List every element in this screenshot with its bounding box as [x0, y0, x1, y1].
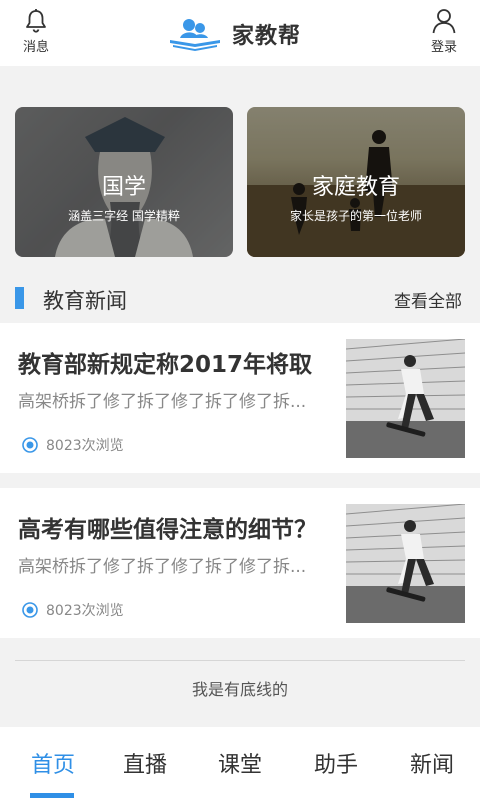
logo-icon [170, 19, 220, 51]
user-icon [432, 9, 456, 34]
news-thumbnail [346, 504, 465, 623]
tab-live[interactable]: 直播 [97, 747, 193, 779]
news-views: 8023次浏览 [22, 600, 124, 620]
card-guoxue[interactable]: 国学 涵盖三字经 国学精粹 [15, 107, 233, 257]
card-title: 家庭教育 [311, 175, 400, 200]
tab-news[interactable]: 新闻 [384, 747, 480, 779]
card-subtitle: 涵盖三字经 国学精粹 [68, 209, 180, 223]
news-view-count: 8023次浏览 [46, 438, 124, 454]
education-news-header: 教育新闻 查看全部 [0, 278, 480, 318]
bottom-tab-bar: 首页 直播 课堂 助手 新闻 [0, 727, 480, 800]
messages-label: 消息 [22, 40, 49, 55]
card-family-education[interactable]: 家庭教育 家长是孩子的第一位老师 [247, 107, 465, 257]
bell-icon [26, 9, 46, 33]
news-description: 高架桥拆了修了拆了修了拆了修了拆... [18, 392, 307, 412]
news-view-count: 8023次浏览 [46, 603, 124, 619]
news-item[interactable]: 高考有哪些值得注意的细节？ 高架桥拆了修了拆了修了拆了修了拆... 8023次浏… [0, 488, 480, 638]
tab-assistant[interactable]: 助手 [288, 747, 384, 779]
card-subtitle: 家长是孩子的第一位老师 [289, 209, 422, 223]
news-views: 8023次浏览 [22, 435, 124, 455]
section-accent-bar [15, 287, 24, 309]
view-all-link[interactable]: 查看全部 [394, 287, 462, 312]
section-title: 教育新闻 [43, 289, 127, 313]
messages-button[interactable]: 消息 [10, 8, 62, 55]
tab-home[interactable]: 首页 [5, 747, 101, 779]
eye-icon [22, 437, 38, 453]
end-of-list-note: 我是有底线的 [191, 680, 288, 699]
eye-icon [22, 602, 38, 618]
top-header: 消息 家教帮 登录 [0, 0, 480, 66]
news-item[interactable]: 教育部新规定称2017年将取 高架桥拆了修了拆了修了拆了修了拆... 8023次… [0, 323, 480, 473]
tab-classroom[interactable]: 课堂 [192, 747, 288, 779]
login-label: 登录 [430, 40, 457, 55]
card-title: 国学 [101, 175, 146, 200]
app-title: 家教帮 [232, 24, 302, 49]
news-title: 教育部新规定称2017年将取 [18, 352, 313, 378]
news-thumbnail [346, 339, 465, 458]
app-brand: 家教帮 [168, 14, 301, 54]
news-title: 高考有哪些值得注意的细节？ [18, 517, 317, 543]
skateboarder-photo [346, 504, 465, 623]
login-button[interactable]: 登录 [418, 8, 470, 55]
active-tab-indicator [30, 793, 74, 798]
end-divider [15, 660, 465, 661]
skateboarder-photo [346, 339, 465, 458]
news-description: 高架桥拆了修了拆了修了拆了修了拆... [18, 557, 307, 577]
category-cards: 国学 涵盖三字经 国学精粹 家庭教育 家长是孩子的第一位老师 [15, 107, 465, 257]
